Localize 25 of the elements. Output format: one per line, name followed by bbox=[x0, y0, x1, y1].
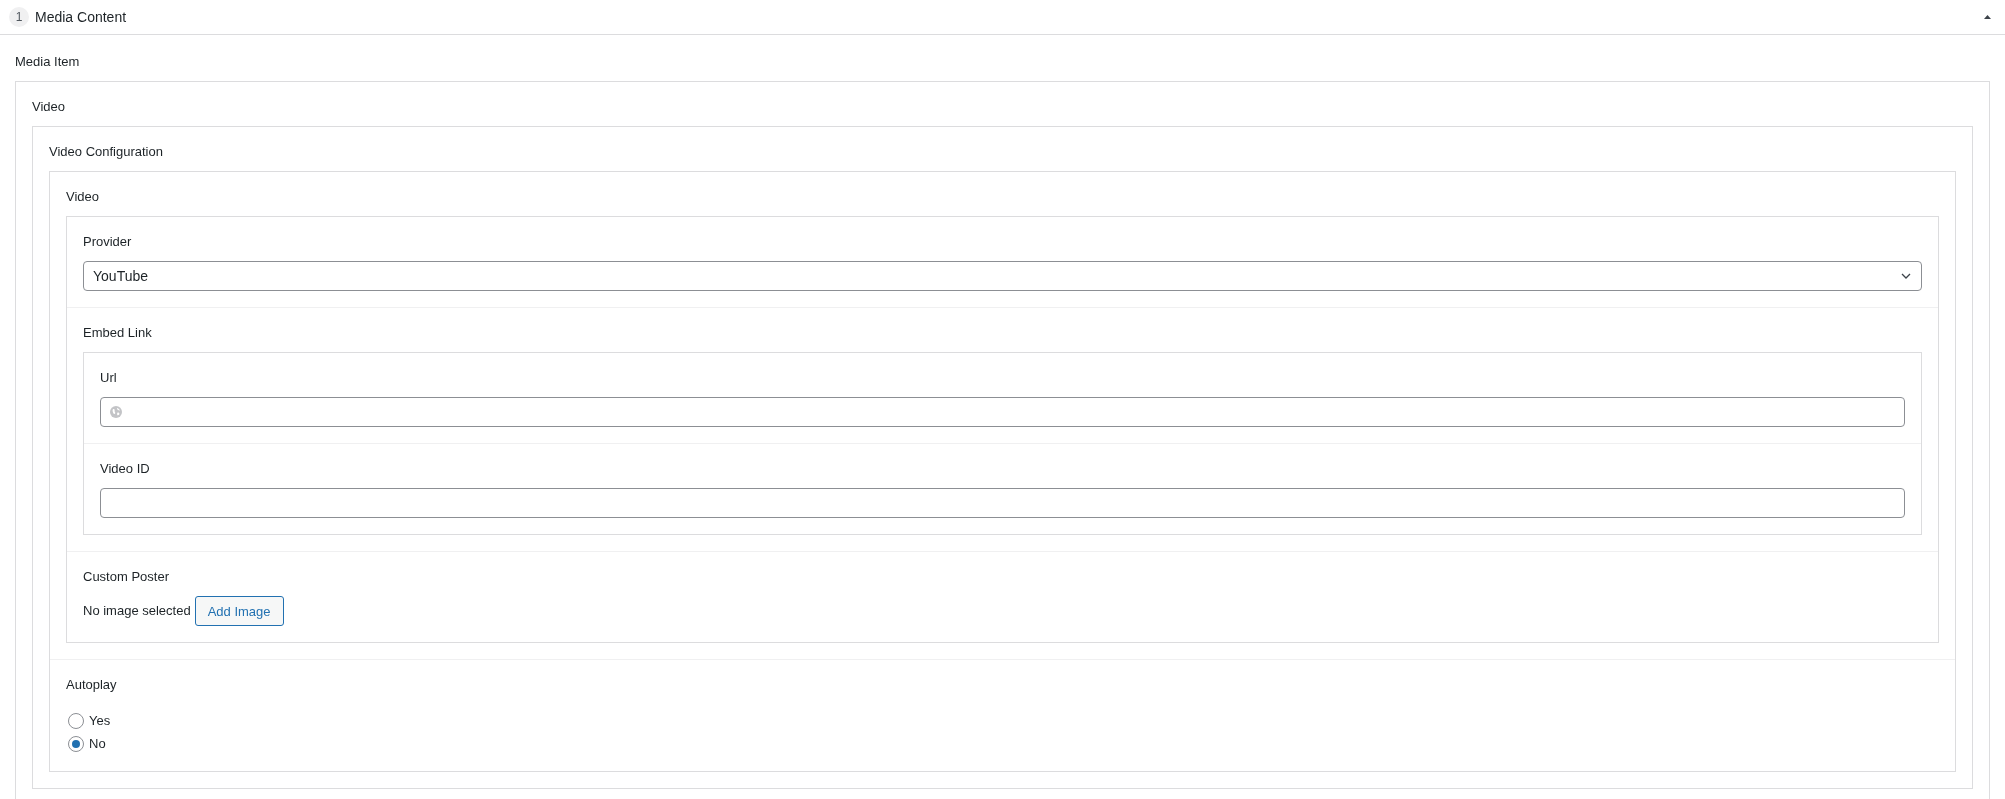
field-label: Video bbox=[66, 188, 100, 206]
section-header[interactable]: 1 Media Content bbox=[0, 0, 2005, 35]
field-label: Video Configuration bbox=[49, 143, 164, 161]
field-label: Embed Link bbox=[83, 324, 153, 342]
radio-button[interactable] bbox=[68, 736, 84, 752]
radio-button[interactable] bbox=[68, 713, 84, 729]
field-label: Media Item bbox=[15, 53, 81, 71]
add-image-button[interactable]: Add Image bbox=[194, 596, 284, 626]
section-number-badge: 1 bbox=[9, 7, 29, 27]
field-label: Provider bbox=[83, 233, 133, 251]
field-label: Video bbox=[32, 98, 66, 116]
radio-label: No bbox=[89, 735, 106, 753]
globe-icon bbox=[110, 406, 122, 418]
poster-status-text: No image selected bbox=[83, 602, 191, 620]
caret-up-icon[interactable] bbox=[1984, 15, 1991, 19]
field-label: Autoplay bbox=[66, 676, 118, 694]
section-title: Media Content bbox=[35, 8, 127, 26]
field-label: Url bbox=[100, 369, 118, 387]
field-label: Video ID bbox=[100, 460, 151, 478]
radio-label: Yes bbox=[89, 712, 111, 730]
chevron-down-icon bbox=[1901, 273, 1911, 279]
provider-select[interactable]: YouTube bbox=[83, 261, 1922, 291]
url-input[interactable] bbox=[100, 397, 1905, 427]
video-id-input[interactable] bbox=[100, 488, 1905, 518]
field-label: Custom Poster bbox=[83, 568, 170, 586]
